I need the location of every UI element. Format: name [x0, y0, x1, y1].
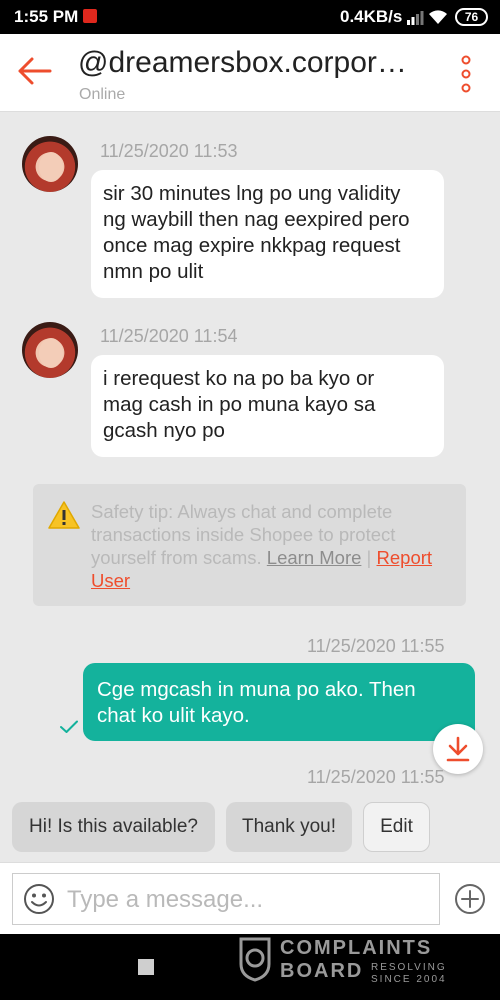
status-bar: 1:55 PM 0.4KB/s 76: [0, 0, 500, 34]
quick-reply-button[interactable]: Thank you!: [226, 802, 352, 852]
warning-icon: [48, 501, 80, 529]
incoming-message-bubble[interactable]: i rerequest ko na po ba kyo or mag cash …: [91, 355, 444, 457]
message-timestamp: 11/25/2020 11:55: [307, 767, 445, 787]
message-input[interactable]: Type a message...: [12, 873, 440, 925]
watermark-small1: RESOLVING: [371, 962, 447, 973]
message-placeholder: Type a message...: [67, 886, 264, 913]
message-line: ng waybill then nag eexpired pero: [103, 208, 410, 231]
quick-reply-label: Thank you!: [242, 816, 336, 837]
notification-icon: [83, 9, 97, 23]
message-line: i rerequest ko na po ba kyo or: [103, 367, 375, 390]
link-separator: |: [366, 547, 372, 568]
wifi-icon: [429, 10, 447, 24]
learn-more-link[interactable]: Learn More: [267, 547, 362, 568]
quick-reply-label: Hi! Is this available?: [29, 816, 198, 837]
online-status: Online: [79, 86, 126, 103]
sender-avatar[interactable]: [22, 322, 78, 378]
back-arrow-icon[interactable]: [16, 56, 52, 86]
recent-apps-icon[interactable]: [138, 959, 154, 975]
message-line: sir 30 minutes lng po ung validity: [103, 182, 401, 205]
watermark-line2: BOARD: [280, 960, 364, 982]
watermark-logo: COMPLAINTS BOARD RESOLVING SINCE 2004: [238, 936, 488, 985]
sender-avatar[interactable]: [22, 136, 78, 192]
safety-tip-text: Safety tip: Always chat and complete tra…: [91, 500, 453, 592]
battery-icon: 76: [455, 8, 488, 26]
download-arrow-icon: [446, 736, 470, 762]
sent-check-icon: [60, 720, 78, 733]
chat-header: @dreamersbox.corporation Online: [0, 34, 500, 112]
incoming-message-bubble[interactable]: sir 30 minutes lng po ung validity ng wa…: [91, 170, 444, 298]
report-user-link-part1[interactable]: Report: [377, 547, 433, 568]
status-time: 1:55 PM: [14, 7, 79, 26]
edit-quick-replies-button[interactable]: Edit: [363, 802, 430, 852]
network-speed: 0.4KB/s: [340, 7, 403, 26]
message-line: mag cash in po muna kayo sa: [103, 393, 376, 416]
edit-label: Edit: [380, 816, 413, 837]
message-line: chat ko ulit kayo.: [97, 704, 250, 727]
message-line: gcash nyo po: [103, 419, 225, 442]
shield-logo-icon: [239, 937, 271, 982]
chat-title: @dreamersbox.corporation: [78, 46, 418, 79]
add-attachment-icon[interactable]: [454, 883, 486, 915]
quick-reply-button[interactable]: Hi! Is this available?: [12, 802, 215, 852]
emoji-icon[interactable]: [23, 883, 55, 915]
outgoing-message-bubble[interactable]: Cge mgcash in muna po ako. Then chat ko …: [83, 663, 475, 741]
watermark-line1: COMPLAINTS: [280, 937, 433, 959]
message-input-bar: Type a message...: [0, 862, 500, 934]
safety-tip-banner: Safety tip: Always chat and complete tra…: [33, 484, 466, 606]
signal-icon: [407, 11, 424, 25]
message-line: nmn po ulit: [103, 260, 204, 283]
watermark-small2: SINCE 2004: [371, 974, 447, 985]
message-line: Cge mgcash in muna po ako. Then: [97, 678, 416, 701]
message-timestamp: 11/25/2020 11:55: [307, 636, 445, 656]
message-line: once mag expire nkkpag request: [103, 234, 401, 257]
message-timestamp: 11/25/2020 11:53: [100, 141, 238, 161]
more-vertical-icon[interactable]: [456, 54, 476, 94]
report-user-link-part2[interactable]: User: [91, 570, 130, 591]
message-timestamp: 11/25/2020 11:54: [100, 326, 238, 346]
